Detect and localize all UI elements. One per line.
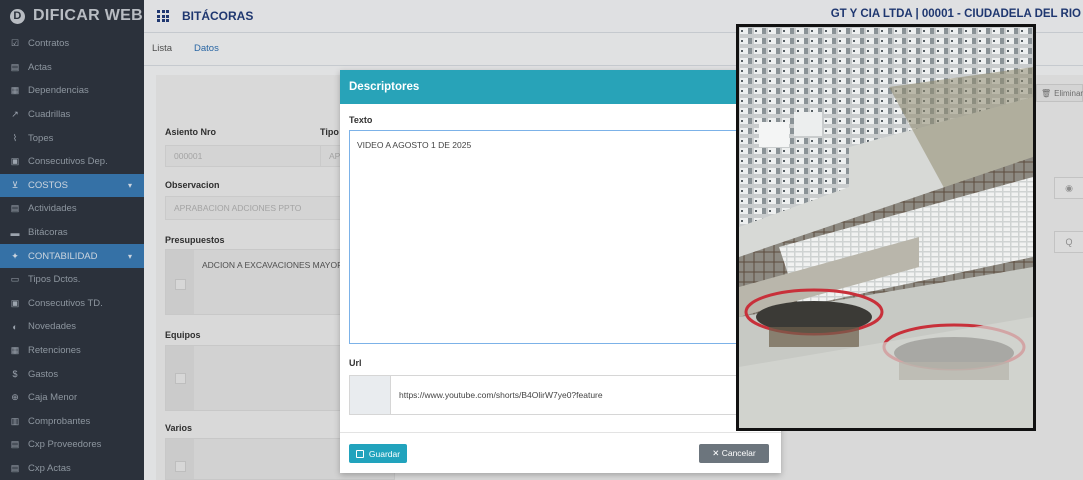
construction-site-image — [739, 27, 1033, 428]
url-input[interactable]: https://www.youtube.com/shorts/B4OlirW7y… — [391, 376, 768, 414]
modal-title: Descriptores — [349, 81, 420, 93]
url-addon — [350, 376, 391, 414]
app-window: D DIFICAR WEB ☑ Contratos ▤ Actas ▦ Dependenc… — [0, 0, 1083, 480]
url-input-group: https://www.youtube.com/shorts/B4OlirW7y… — [349, 375, 769, 415]
cancel-label: ✕ Cancelar — [712, 448, 756, 458]
floppy-disk-icon — [355, 449, 364, 458]
texto-value: VIDEO A AGOSTO 1 DE 2025 — [357, 140, 472, 150]
cancel-button[interactable]: ✕ Cancelar — [699, 444, 769, 463]
texto-label: Texto — [349, 115, 373, 125]
texto-textarea[interactable]: VIDEO A AGOSTO 1 DE 2025 — [349, 130, 769, 344]
save-button[interactable]: Guardar — [349, 444, 407, 463]
url-label: Url — [349, 358, 362, 368]
save-label: Guardar — [368, 448, 401, 459]
modal-footer: Guardar ✕ Cancelar — [340, 432, 781, 474]
modal-header: Descriptores — [340, 70, 781, 104]
video-preview[interactable] — [736, 24, 1036, 431]
descriptores-modal: Descriptores Texto VIDEO A AGOSTO 1 DE 2… — [340, 70, 781, 473]
